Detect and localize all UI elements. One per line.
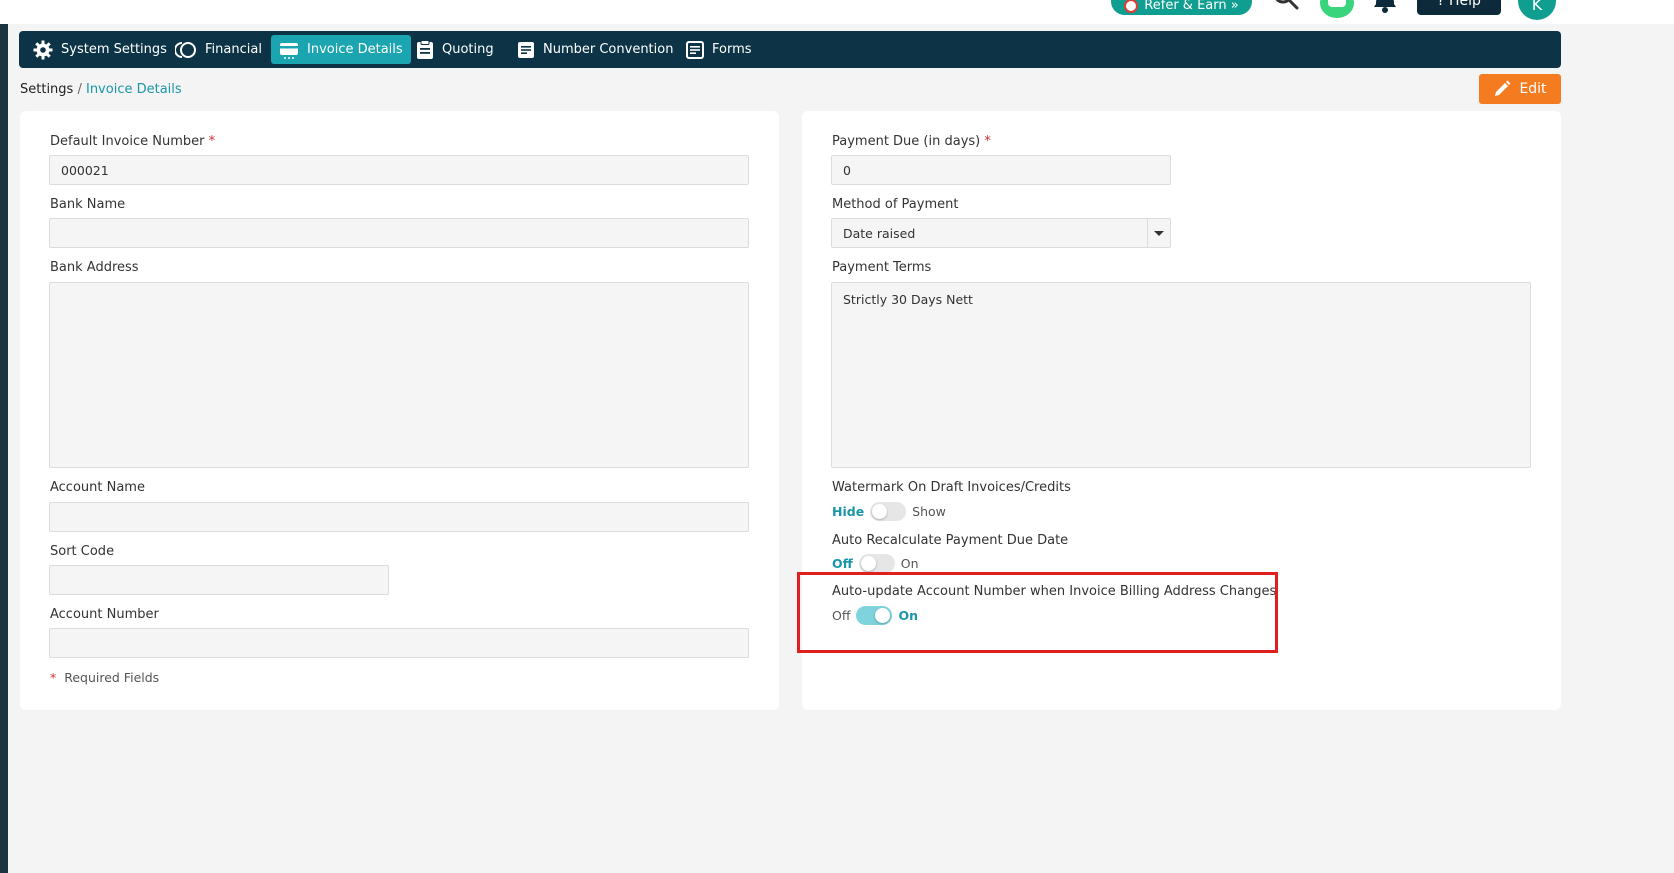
tab-forms-label: Forms xyxy=(712,42,752,57)
chevron-down-icon[interactable] xyxy=(1147,219,1170,247)
help-button[interactable]: ? Help xyxy=(1417,0,1501,15)
refer-earn-label: Refer & Earn » xyxy=(1144,0,1239,13)
forms-icon xyxy=(686,40,704,59)
settings-nav: System Settings Financial Invoice Detail… xyxy=(19,31,1561,68)
left-sidebar-strip xyxy=(0,24,8,873)
required-marker: * xyxy=(208,134,216,149)
sort-code-input[interactable] xyxy=(49,565,389,595)
required-note-marker: * xyxy=(50,670,57,685)
document-icon xyxy=(518,41,534,58)
tab-financial[interactable]: Financial xyxy=(167,35,270,64)
tab-quoting[interactable]: Quoting xyxy=(408,35,502,64)
clipboard-icon xyxy=(417,39,433,59)
method-of-payment-label: Method of Payment xyxy=(832,197,959,212)
tab-number-convention[interactable]: Number Convention xyxy=(509,35,681,64)
default-invoice-number-label: Default Invoice Number * xyxy=(50,134,216,149)
auto-recalc-toggle[interactable] xyxy=(858,554,895,573)
avatar[interactable]: K xyxy=(1518,0,1556,20)
auto-recalc-off-label: Off xyxy=(832,556,853,571)
search-icon[interactable] xyxy=(1272,0,1300,14)
default-invoice-number-input[interactable]: 000021 xyxy=(49,155,749,185)
refer-earn-button[interactable]: Refer & Earn » xyxy=(1111,0,1252,15)
account-name-input[interactable] xyxy=(49,502,749,532)
refer-icon xyxy=(1124,0,1139,13)
bank-name-label: Bank Name xyxy=(50,197,126,212)
tab-invoice-details-label: Invoice Details xyxy=(307,42,403,57)
watermark-toggle-knob xyxy=(872,504,888,519)
watermark-toggle-row: Hide Show xyxy=(832,502,946,521)
breadcrumb: Settings / Invoice Details xyxy=(20,82,182,97)
account-number-input[interactable] xyxy=(49,628,749,658)
method-of-payment-select[interactable]: Date raised xyxy=(831,218,1171,248)
help-label: ? Help xyxy=(1437,0,1481,9)
auto-recalc-on-label: On xyxy=(900,556,919,571)
tab-system-settings-label: System Settings xyxy=(61,42,167,57)
payment-due-input[interactable]: 0 xyxy=(831,155,1171,185)
tab-invoice-details[interactable]: Invoice Details xyxy=(271,35,411,64)
bank-address-label: Bank Address xyxy=(50,260,139,275)
bell-icon[interactable] xyxy=(1372,0,1398,14)
auto-recalc-toggle-knob xyxy=(860,556,876,571)
method-of-payment-value: Date raised xyxy=(843,225,916,241)
required-marker: * xyxy=(984,134,991,149)
watermark-label: Watermark On Draft Invoices/Credits xyxy=(832,480,1071,495)
watermark-show-label: Show xyxy=(912,504,946,519)
tab-quoting-label: Quoting xyxy=(442,42,494,57)
breadcrumb-current: Invoice Details xyxy=(85,82,182,97)
watermark-toggle[interactable] xyxy=(870,502,907,521)
tab-system-settings[interactable]: System Settings xyxy=(25,35,175,64)
tab-forms[interactable]: Forms xyxy=(678,35,760,64)
chat-icon[interactable] xyxy=(1320,0,1354,18)
tab-financial-label: Financial xyxy=(205,42,262,57)
gear-icon xyxy=(33,40,53,59)
payment-terms-textarea[interactable]: Strictly 30 Days Nett xyxy=(831,282,1531,468)
sort-code-label: Sort Code xyxy=(50,544,115,559)
edit-button[interactable]: Edit xyxy=(1479,74,1561,104)
avatar-initial: K xyxy=(1531,0,1543,14)
required-note-text: Required Fields xyxy=(64,670,160,685)
bank-address-textarea[interactable] xyxy=(49,282,749,468)
top-bar: Refer & Earn » ? Help K xyxy=(0,0,1674,24)
tab-number-convention-label: Number Convention xyxy=(543,42,674,57)
payment-terms-label: Payment Terms xyxy=(832,260,932,275)
account-number-label: Account Number xyxy=(50,607,159,622)
auto-recalc-toggle-row: Off On xyxy=(832,554,919,573)
payment-due-label: Payment Due (in days) * xyxy=(832,134,991,149)
watermark-hide-label: Hide xyxy=(832,504,865,519)
bank-name-input[interactable] xyxy=(49,218,749,248)
edit-button-label: Edit xyxy=(1519,81,1547,97)
pencil-icon xyxy=(1495,80,1511,96)
account-name-label: Account Name xyxy=(50,480,145,495)
required-fields-note: * Required Fields xyxy=(50,670,159,685)
auto-recalc-label: Auto Recalculate Payment Due Date xyxy=(832,533,1069,548)
breadcrumb-separator: / xyxy=(73,82,86,97)
highlight-box xyxy=(797,572,1278,653)
invoice-card-icon xyxy=(280,42,298,59)
breadcrumb-root[interactable]: Settings xyxy=(20,82,73,97)
financial-icon xyxy=(175,41,196,58)
